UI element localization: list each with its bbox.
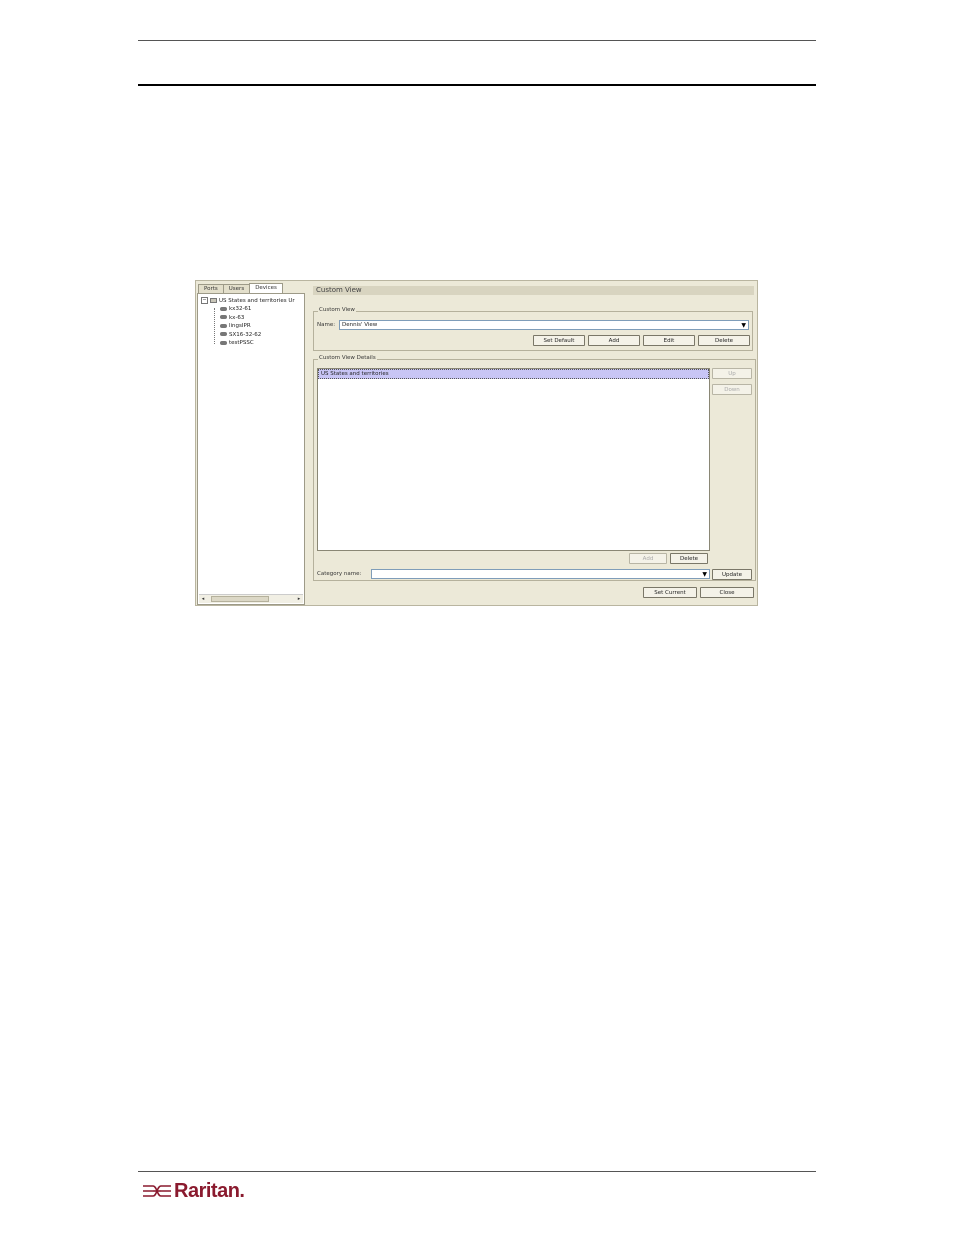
- tree-connector: [214, 308, 216, 344]
- device-icon: [220, 323, 227, 328]
- header-rule-thin: [138, 40, 816, 41]
- custom-view-screenshot: Ports Users Devices − US States and terri…: [195, 280, 758, 606]
- delete-category-button[interactable]: Delete: [670, 553, 708, 564]
- close-button[interactable]: Close: [700, 587, 754, 598]
- category-name-select[interactable]: ▼: [371, 569, 710, 579]
- set-current-button[interactable]: Set Current: [643, 587, 697, 598]
- tree-horizontal-scrollbar[interactable]: ◂ ▸: [199, 594, 303, 603]
- custom-view-group: Custom View Name: Dennis' View ▼ Set Def…: [313, 307, 753, 351]
- device-icon: [220, 315, 227, 319]
- dropdown-arrow-icon[interactable]: ▼: [741, 321, 746, 330]
- scrollbar-thumb[interactable]: [211, 596, 269, 602]
- tree-item-label: kx-63: [229, 314, 245, 321]
- tree-item-device[interactable]: kx-63: [220, 315, 244, 321]
- group-legend: Custom View: [318, 307, 356, 313]
- scroll-left-icon[interactable]: ◂: [199, 595, 207, 603]
- view-name-value: Dennis' View: [342, 322, 378, 328]
- tree-root-label: US States and territories Ur: [219, 298, 295, 304]
- tree-item-label: kx32-61: [229, 306, 252, 312]
- details-list[interactable]: US States and territories: [317, 368, 710, 551]
- category-name-label: Category name:: [317, 571, 362, 577]
- tree-item-label: SX16-32-62: [229, 331, 262, 338]
- tree-item-label: lingsIPR: [229, 323, 251, 329]
- collapse-icon[interactable]: −: [201, 297, 208, 304]
- set-default-button[interactable]: Set Default: [533, 335, 585, 346]
- custom-view-panel: Custom View Custom View Name: Dennis' Vi…: [310, 284, 756, 604]
- edit-view-button[interactable]: Edit: [643, 335, 695, 346]
- move-up-button[interactable]: Up: [712, 368, 752, 379]
- add-view-button[interactable]: Add: [588, 335, 640, 346]
- add-category-button[interactable]: Add: [629, 553, 667, 564]
- update-button[interactable]: Update: [712, 569, 752, 580]
- panel-title: Custom View: [313, 286, 754, 295]
- tree-item-device[interactable]: lingsIPR: [220, 323, 251, 329]
- custom-view-details-group: Custom View Details US States and territ…: [313, 355, 756, 581]
- device-tree[interactable]: − US States and territories Ur kx32-61 kx…: [197, 293, 305, 605]
- device-icon: [220, 332, 227, 336]
- folder-icon: [210, 298, 217, 303]
- device-icon: [220, 306, 227, 311]
- device-icon: [220, 340, 227, 345]
- group-legend: Custom View Details: [318, 355, 377, 361]
- raritan-mark-icon: [143, 1185, 171, 1197]
- tree-item-device[interactable]: testPSSC: [220, 340, 254, 346]
- tree-item-device[interactable]: SX16-32-62: [220, 332, 261, 338]
- footer-rule: [138, 1171, 816, 1172]
- scroll-right-icon[interactable]: ▸: [295, 595, 303, 603]
- delete-view-button[interactable]: Delete: [698, 335, 750, 346]
- view-name-select[interactable]: Dennis' View ▼: [339, 320, 749, 330]
- tree-tabs: Ports Users Devices: [198, 283, 283, 294]
- tree-item-label: testPSSC: [229, 340, 254, 346]
- tree-item-device[interactable]: kx32-61: [220, 306, 251, 312]
- move-down-button[interactable]: Down: [712, 384, 752, 395]
- dropdown-arrow-icon[interactable]: ▼: [702, 570, 707, 579]
- tree-root[interactable]: − US States and territories Ur: [201, 297, 295, 304]
- list-item[interactable]: US States and territories: [318, 369, 709, 379]
- name-label: Name:: [317, 322, 336, 328]
- raritan-logo-text: Raritan.: [174, 1179, 245, 1202]
- header-rule-thick: [138, 84, 816, 86]
- raritan-logo: Raritan.: [142, 1179, 245, 1202]
